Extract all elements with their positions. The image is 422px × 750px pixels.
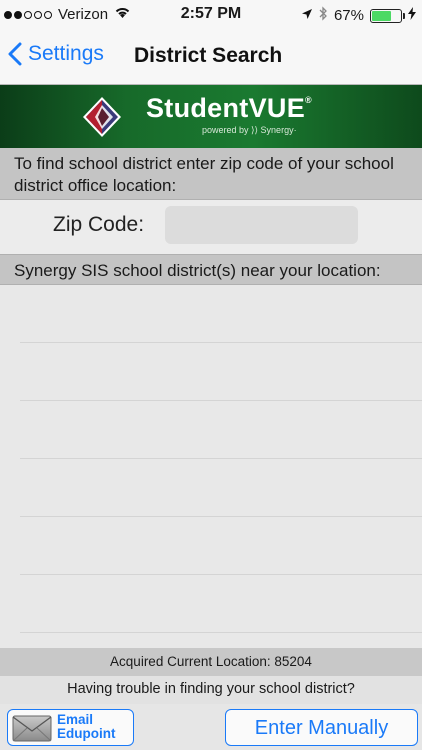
zip-code-label: Zip Code: (53, 213, 145, 236)
list-item[interactable] (20, 459, 422, 517)
zip-code-row: Zip Code: (0, 200, 422, 254)
back-button[interactable]: Settings (8, 42, 104, 66)
back-button-label: Settings (28, 42, 104, 65)
navigation-bar: Settings District Search (0, 30, 422, 85)
email-label-line1: Email (57, 712, 94, 727)
search-instruction: To find school district enter zip code o… (0, 148, 422, 200)
acquired-location-label: Acquired Current Location: 85204 (0, 648, 422, 676)
battery-icon (370, 8, 405, 23)
page-title: District Search (134, 44, 283, 67)
powered-by-label: powered by ⟩⟩ Synergy· (202, 125, 297, 135)
brand-text: StudentVUE (146, 93, 306, 123)
list-item[interactable] (20, 575, 422, 633)
list-item[interactable] (20, 401, 422, 459)
studentvue-banner: StudentVUE® powered by ⟩⟩ Synergy· (0, 85, 422, 148)
battery-percent: 67% (333, 7, 364, 24)
list-item[interactable] (20, 285, 422, 343)
district-list[interactable] (0, 285, 422, 648)
list-item[interactable] (20, 517, 422, 575)
trademark-symbol: ® (305, 95, 312, 105)
footer-toolbar: Email Edupoint Enter Manually (0, 704, 422, 750)
trouble-finding-label: Having trouble in finding your school di… (0, 676, 422, 704)
location-arrow-icon (301, 7, 313, 24)
bluetooth-icon (319, 6, 328, 25)
email-edupoint-label: Email Edupoint (57, 713, 115, 741)
list-item[interactable] (20, 343, 422, 401)
chevron-left-icon (8, 42, 22, 66)
charging-icon (408, 7, 416, 24)
nearby-districts-header: Synergy SIS school district(s) near your… (0, 254, 422, 285)
studentvue-logo-icon (83, 97, 121, 137)
zip-code-input[interactable] (165, 206, 358, 244)
battery-fill (372, 10, 391, 21)
enter-manually-button[interactable]: Enter Manually (225, 709, 418, 746)
status-bar-right: 67% (301, 6, 416, 25)
email-label-line2: Edupoint (57, 726, 116, 741)
email-edupoint-button[interactable]: Email Edupoint (7, 709, 134, 746)
status-bar: Verizon 2:57 PM 67% (0, 0, 422, 30)
brand-name: StudentVUE® (146, 93, 312, 124)
envelope-icon (12, 715, 52, 742)
